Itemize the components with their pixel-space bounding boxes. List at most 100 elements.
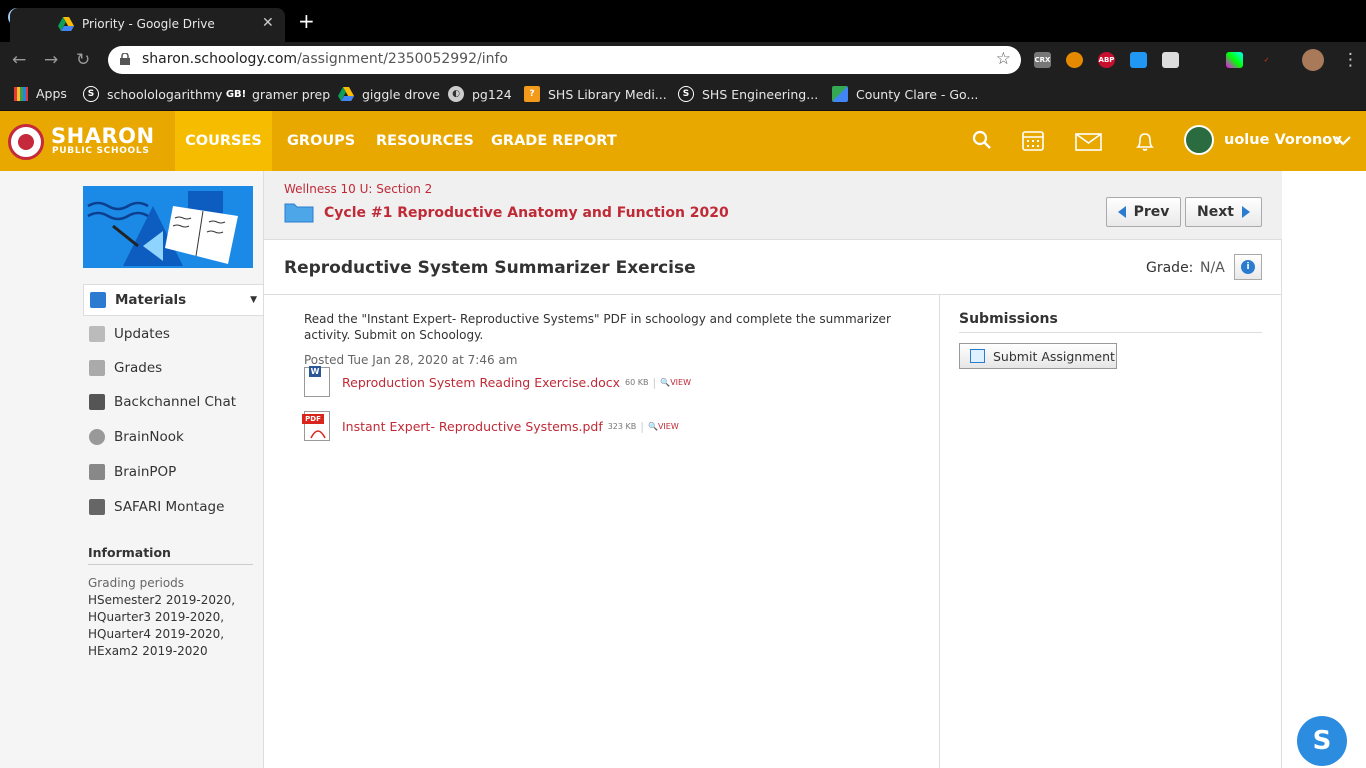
bookmarks-bar: Apps Sschoolologarithmy GB! gramer prep g…	[0, 78, 1366, 111]
next-button[interactable]: Next	[1185, 197, 1262, 227]
school-seal-logo[interactable]	[8, 124, 44, 160]
new-tab-button[interactable]: +	[298, 11, 315, 31]
forward-icon[interactable]: →	[44, 50, 58, 70]
breadcrumb[interactable]: Wellness 10 U: Section 2	[284, 182, 432, 196]
bookmark-schoology[interactable]: Sschoolologarithmy	[83, 86, 222, 102]
bookmark-engineering[interactable]: S SHS Engineering...	[678, 86, 818, 102]
red-check-extension-icon[interactable]: ✓	[1258, 52, 1275, 68]
adblock-extension-icon[interactable]: ABP	[1098, 52, 1115, 68]
url-text: sharon.schoology.com/assignment/23500529…	[142, 51, 508, 67]
reload-icon[interactable]: ↻	[76, 50, 90, 70]
sidebar-item-updates[interactable]: Updates	[83, 318, 263, 350]
browser-toolbar: ← → ↻ sharon.schoology.com/assignment/23…	[0, 42, 1366, 78]
breadcrumb-area: Wellness 10 U: Section 2 Cycle #1 Reprod…	[264, 171, 1282, 240]
course-banner-image[interactable]	[83, 186, 253, 268]
sidebar-item-materials[interactable]: Materials ▼	[83, 284, 263, 316]
main-content: Wellness 10 U: Section 2 Cycle #1 Reprod…	[264, 171, 1282, 768]
library-icon: ?	[524, 86, 540, 102]
view-link[interactable]: 🔍VIEW	[648, 422, 679, 431]
brainpop-icon	[89, 464, 105, 480]
view-link[interactable]: 🔍VIEW	[660, 378, 691, 387]
page-title: Reproductive System Summarizer Exercise	[284, 258, 696, 278]
bookmark-apps[interactable]: Apps	[14, 86, 67, 101]
sidebar-item-backchannel[interactable]: Backchannel Chat	[83, 386, 263, 418]
caret-down-icon[interactable]: ▼	[250, 295, 257, 305]
column-divider	[939, 295, 940, 768]
nav-resources[interactable]: RESOURCES	[376, 111, 474, 171]
sidebar-item-label: Materials	[115, 292, 187, 308]
notification-bell-icon[interactable]	[1134, 131, 1156, 153]
folder-icon	[284, 203, 314, 223]
site-header: SHARON PUBLIC SCHOOLS COURSES GROUPS RES…	[0, 111, 1366, 171]
google-maps-icon	[832, 86, 848, 102]
bookmark-giggle[interactable]: giggle drove	[338, 86, 440, 102]
apps-grid-icon	[14, 86, 28, 101]
pdf-icon: PDF	[302, 411, 330, 441]
submit-assignment-button[interactable]: Submit Assignment	[959, 343, 1117, 369]
leaf-extension-icon[interactable]	[1194, 52, 1211, 68]
grading-period: HExam2 2019-2020	[88, 644, 208, 658]
owl-extension-icon[interactable]	[1066, 52, 1083, 68]
user-name[interactable]: uolue Voronov	[1224, 132, 1342, 148]
info-icon: i	[1241, 260, 1255, 274]
grading-periods-label: Grading periods	[88, 576, 185, 590]
sidebar-item-grades[interactable]: Grades	[83, 352, 263, 384]
nav-grade-report[interactable]: GRADE REPORT	[491, 111, 617, 171]
blue-extension-icon[interactable]	[1130, 52, 1147, 68]
browser-tab[interactable]: Priority - Google Drive ✕	[10, 8, 285, 42]
brand-name[interactable]: SHARON	[51, 124, 155, 148]
folder-title[interactable]: Cycle #1 Reproductive Anatomy and Functi…	[324, 205, 729, 221]
grading-period: HSemester2 2019-2020,	[88, 593, 236, 607]
grading-period: HQuarter4 2019-2020,	[88, 627, 225, 641]
grading-period: HQuarter3 2019-2020,	[88, 610, 225, 624]
safari-montage-icon	[89, 499, 105, 515]
course-banner-illustration	[83, 186, 253, 268]
chevron-down-icon[interactable]	[1335, 136, 1351, 146]
crx-extension-icon[interactable]: CRX	[1034, 52, 1051, 68]
avatar[interactable]	[1184, 125, 1214, 155]
calendar-icon[interactable]	[1022, 129, 1044, 151]
mail-icon[interactable]	[1075, 133, 1102, 151]
search-icon[interactable]	[972, 130, 992, 150]
bookmark-pg124[interactable]: ◐ pg124	[448, 86, 512, 102]
attachment-link[interactable]: Instant Expert- Reproductive Systems.pdf	[342, 419, 603, 434]
grade-value: N/A	[1200, 260, 1225, 276]
sidebar-item-label: BrainNook	[114, 429, 184, 445]
back-icon[interactable]: ←	[12, 50, 26, 70]
color-extension-icon[interactable]	[1226, 52, 1243, 68]
globe-icon: ◐	[448, 86, 464, 102]
briefcase-extension-icon[interactable]	[1162, 52, 1179, 68]
separator: |	[652, 375, 657, 389]
google-drive-icon	[338, 86, 354, 102]
submit-icon	[970, 349, 985, 363]
bookmark-library[interactable]: ? SHS Library Medi...	[524, 86, 667, 102]
sidebar-item-label: Updates	[114, 326, 170, 342]
prev-button[interactable]: Prev	[1106, 197, 1181, 227]
attachment-link[interactable]: Reproduction System Reading Exercise.doc…	[342, 375, 620, 390]
brand-subtitle: PUBLIC SCHOOLS	[52, 146, 150, 156]
sidebar-item-brainnook[interactable]: BrainNook	[83, 421, 263, 453]
sidebar-item-safari[interactable]: SAFARI Montage	[83, 491, 263, 523]
browser-tabbar: S Priority - Google Drive ✕ +	[0, 0, 1366, 42]
schoology-icon: S	[678, 86, 694, 102]
sidebar-item-label: SAFARI Montage	[114, 499, 225, 515]
arrow-left-icon	[1117, 206, 1126, 218]
menu-icon[interactable]: ⋮	[1342, 50, 1359, 70]
bookmark-gramer[interactable]: GB! gramer prep	[226, 86, 330, 102]
updates-icon	[89, 326, 105, 342]
address-bar[interactable]: sharon.schoology.com/assignment/23500529…	[108, 46, 1021, 74]
grades-icon	[89, 360, 105, 376]
profile-avatar[interactable]	[1302, 49, 1324, 71]
nav-courses[interactable]: COURSES	[175, 111, 272, 171]
bookmark-county-clare[interactable]: County Clare - Go...	[832, 86, 978, 102]
google-drive-icon	[58, 17, 74, 31]
sidebar-item-brainpop[interactable]: BrainPOP	[83, 456, 263, 488]
file-size: 323 KB	[607, 421, 637, 431]
sidebar-item-label: Grades	[114, 360, 163, 376]
nav-groups[interactable]: GROUPS	[287, 111, 355, 171]
close-icon[interactable]: ✕	[262, 15, 274, 31]
bookmark-star-icon[interactable]: ☆	[996, 49, 1011, 69]
schoology-help-button[interactable]: S	[1297, 716, 1347, 766]
info-button[interactable]: i	[1234, 254, 1262, 280]
grade-label: Grade:	[1146, 260, 1194, 276]
